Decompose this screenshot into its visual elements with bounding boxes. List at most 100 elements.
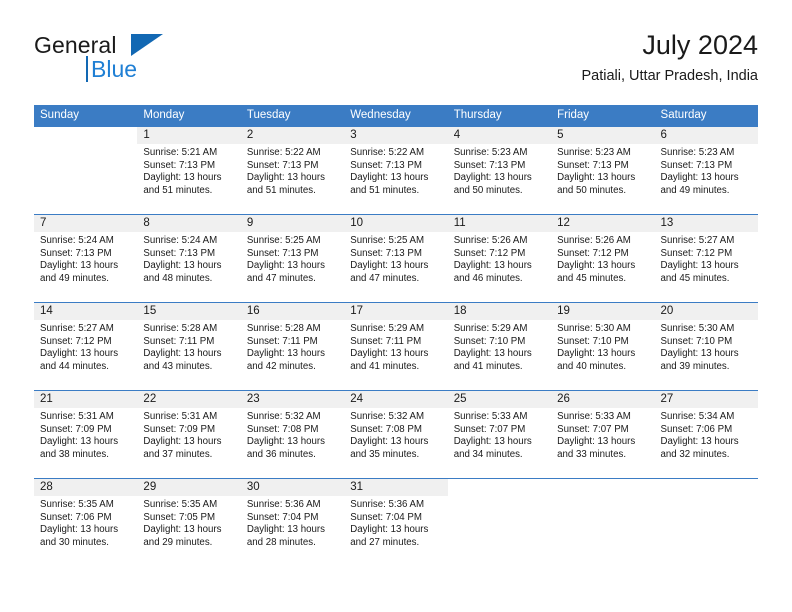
day-cell[interactable]: [34, 127, 138, 214]
day-cell[interactable]: [654, 479, 758, 564]
day-details: [34, 144, 137, 147]
sunrise-text: Sunrise: 5:28 AM: [143, 323, 218, 334]
day-cell[interactable]: 19 Sunrise: 5:30 AM Sunset: 7:10 PM Dayl…: [551, 303, 655, 390]
day-cell[interactable]: 13 Sunrise: 5:27 AM Sunset: 7:12 PM Dayl…: [654, 215, 758, 302]
day-cell[interactable]: 14 Sunrise: 5:27 AM Sunset: 7:12 PM Dayl…: [34, 303, 138, 390]
day-details: Sunrise: 5:24 AM Sunset: 7:13 PM Dayligh…: [137, 232, 240, 285]
day-cell[interactable]: 16 Sunrise: 5:28 AM Sunset: 7:11 PM Dayl…: [240, 303, 345, 390]
logo-divider-bar: [86, 56, 88, 82]
sunrise-text: Sunrise: 5:36 AM: [246, 499, 321, 510]
sunset-text: Sunset: 7:05 PM: [143, 511, 216, 523]
sunset-text: Sunset: 7:12 PM: [40, 335, 112, 347]
day-details: [655, 496, 758, 499]
day-cell[interactable]: 24 Sunrise: 5:32 AM Sunset: 7:08 PM Dayl…: [344, 391, 448, 478]
sunrise-text: Sunrise: 5:30 AM: [660, 323, 735, 334]
sunset-text: Sunset: 7:13 PM: [246, 247, 319, 259]
day-cell[interactable]: 28 Sunrise: 5:35 AM Sunset: 7:06 PM Dayl…: [34, 479, 138, 564]
day-cell[interactable]: 11 Sunrise: 5:26 AM Sunset: 7:12 PM Dayl…: [447, 215, 552, 302]
daylight-text-line1: Daylight: 13 hours: [453, 348, 532, 360]
sunrise-text: Sunrise: 5:27 AM: [40, 323, 114, 334]
daylight-text-line2: and 33 minutes.: [557, 448, 627, 460]
daylight-text-line1: Daylight: 13 hours: [143, 172, 222, 184]
day-number: 5: [551, 127, 655, 144]
day-details: Sunrise: 5:27 AM Sunset: 7:12 PM Dayligh…: [34, 320, 137, 373]
day-cell[interactable]: 2 Sunrise: 5:22 AM Sunset: 7:13 PM Dayli…: [240, 127, 345, 214]
sunset-text: Sunset: 7:10 PM: [557, 335, 629, 347]
day-details: Sunrise: 5:29 AM Sunset: 7:10 PM Dayligh…: [448, 320, 551, 373]
day-number: 24: [344, 391, 448, 408]
sunrise-text: Sunrise: 5:31 AM: [40, 411, 114, 422]
day-cell[interactable]: 23 Sunrise: 5:32 AM Sunset: 7:08 PM Dayl…: [240, 391, 345, 478]
day-cell[interactable]: 26 Sunrise: 5:33 AM Sunset: 7:07 PM Dayl…: [551, 391, 655, 478]
daylight-text-line2: and 49 minutes.: [40, 272, 109, 284]
day-details: Sunrise: 5:36 AM Sunset: 7:04 PM Dayligh…: [241, 496, 344, 549]
daylight-text-line2: and 27 minutes.: [350, 536, 420, 548]
sunset-text: Sunset: 7:04 PM: [246, 511, 319, 523]
day-cell[interactable]: [447, 479, 552, 564]
day-number: 19: [551, 303, 655, 320]
week-row: 7 Sunrise: 5:24 AM Sunset: 7:13 PM Dayli…: [34, 214, 758, 302]
day-cell[interactable]: [551, 479, 655, 564]
sunset-text: Sunset: 7:11 PM: [350, 335, 422, 347]
daylight-text-line2: and 44 minutes.: [40, 360, 109, 372]
daylight-text-line2: and 34 minutes.: [453, 448, 523, 460]
day-number: [34, 127, 138, 144]
day-cell[interactable]: 9 Sunrise: 5:25 AM Sunset: 7:13 PM Dayli…: [240, 215, 345, 302]
sunset-text: Sunset: 7:13 PM: [143, 247, 216, 259]
day-number: 28: [34, 479, 138, 496]
day-cell[interactable]: 3 Sunrise: 5:22 AM Sunset: 7:13 PM Dayli…: [344, 127, 448, 214]
day-cell[interactable]: 12 Sunrise: 5:26 AM Sunset: 7:12 PM Dayl…: [551, 215, 655, 302]
day-cell[interactable]: 29 Sunrise: 5:35 AM Sunset: 7:05 PM Dayl…: [137, 479, 241, 564]
day-number: 4: [447, 127, 552, 144]
daylight-text-line2: and 37 minutes.: [143, 448, 213, 460]
logo[interactable]: General Blue: [34, 32, 244, 88]
day-cell[interactable]: 10 Sunrise: 5:25 AM Sunset: 7:13 PM Dayl…: [344, 215, 448, 302]
day-details: Sunrise: 5:32 AM Sunset: 7:08 PM Dayligh…: [241, 408, 344, 461]
day-number: 30: [240, 479, 345, 496]
daylight-text-line2: and 28 minutes.: [246, 536, 316, 548]
day-cell[interactable]: 27 Sunrise: 5:34 AM Sunset: 7:06 PM Dayl…: [654, 391, 758, 478]
daylight-text-line2: and 30 minutes.: [40, 536, 109, 548]
day-cell[interactable]: 7 Sunrise: 5:24 AM Sunset: 7:13 PM Dayli…: [34, 215, 138, 302]
day-number: 1: [137, 127, 241, 144]
sunrise-text: Sunrise: 5:33 AM: [557, 411, 631, 422]
day-cell[interactable]: 15 Sunrise: 5:28 AM Sunset: 7:11 PM Dayl…: [137, 303, 241, 390]
daylight-text-line1: Daylight: 13 hours: [246, 436, 325, 448]
daylight-text-line1: Daylight: 13 hours: [453, 172, 532, 184]
day-cell[interactable]: 22 Sunrise: 5:31 AM Sunset: 7:09 PM Dayl…: [137, 391, 241, 478]
day-cell[interactable]: 25 Sunrise: 5:33 AM Sunset: 7:07 PM Dayl…: [447, 391, 552, 478]
day-cell[interactable]: 20 Sunrise: 5:30 AM Sunset: 7:10 PM Dayl…: [654, 303, 758, 390]
day-cell[interactable]: 1 Sunrise: 5:21 AM Sunset: 7:13 PM Dayli…: [137, 127, 241, 214]
sunrise-text: Sunrise: 5:32 AM: [350, 411, 425, 422]
day-details: Sunrise: 5:25 AM Sunset: 7:13 PM Dayligh…: [241, 232, 344, 285]
daylight-text-line1: Daylight: 13 hours: [660, 348, 739, 360]
sunset-text: Sunset: 7:08 PM: [246, 423, 319, 435]
day-cell[interactable]: 30 Sunrise: 5:36 AM Sunset: 7:04 PM Dayl…: [240, 479, 345, 564]
daylight-text-line2: and 51 minutes.: [246, 184, 316, 196]
day-cell[interactable]: 17 Sunrise: 5:29 AM Sunset: 7:11 PM Dayl…: [344, 303, 448, 390]
sunset-text: Sunset: 7:06 PM: [40, 511, 112, 523]
day-cell[interactable]: 6 Sunrise: 5:23 AM Sunset: 7:13 PM Dayli…: [654, 127, 758, 214]
daylight-text-line1: Daylight: 13 hours: [350, 436, 429, 448]
daylight-text-line2: and 48 minutes.: [143, 272, 213, 284]
daylight-text-line1: Daylight: 13 hours: [350, 524, 429, 536]
sunset-text: Sunset: 7:09 PM: [40, 423, 112, 435]
day-details: Sunrise: 5:30 AM Sunset: 7:10 PM Dayligh…: [551, 320, 654, 373]
day-cell[interactable]: 5 Sunrise: 5:23 AM Sunset: 7:13 PM Dayli…: [551, 127, 655, 214]
day-cell[interactable]: 31 Sunrise: 5:36 AM Sunset: 7:04 PM Dayl…: [344, 479, 448, 564]
logo-primary-text: General: [34, 32, 117, 58]
daylight-text-line2: and 49 minutes.: [660, 184, 730, 196]
sunset-text: Sunset: 7:07 PM: [453, 423, 526, 435]
day-cell[interactable]: 18 Sunrise: 5:29 AM Sunset: 7:10 PM Dayl…: [447, 303, 552, 390]
day-cell[interactable]: 8 Sunrise: 5:24 AM Sunset: 7:13 PM Dayli…: [137, 215, 241, 302]
sunrise-text: Sunrise: 5:22 AM: [350, 147, 425, 158]
sunset-text: Sunset: 7:06 PM: [660, 423, 733, 435]
sunset-text: Sunset: 7:11 PM: [246, 335, 318, 347]
daylight-text-line1: Daylight: 13 hours: [557, 348, 636, 360]
daylight-text-line1: Daylight: 13 hours: [660, 260, 739, 272]
daylight-text-line1: Daylight: 13 hours: [350, 260, 429, 272]
weekday-wednesday: Wednesday: [350, 109, 411, 121]
day-cell[interactable]: 21 Sunrise: 5:31 AM Sunset: 7:09 PM Dayl…: [34, 391, 138, 478]
day-details: Sunrise: 5:36 AM Sunset: 7:04 PM Dayligh…: [344, 496, 447, 549]
day-cell[interactable]: 4 Sunrise: 5:23 AM Sunset: 7:13 PM Dayli…: [447, 127, 552, 214]
